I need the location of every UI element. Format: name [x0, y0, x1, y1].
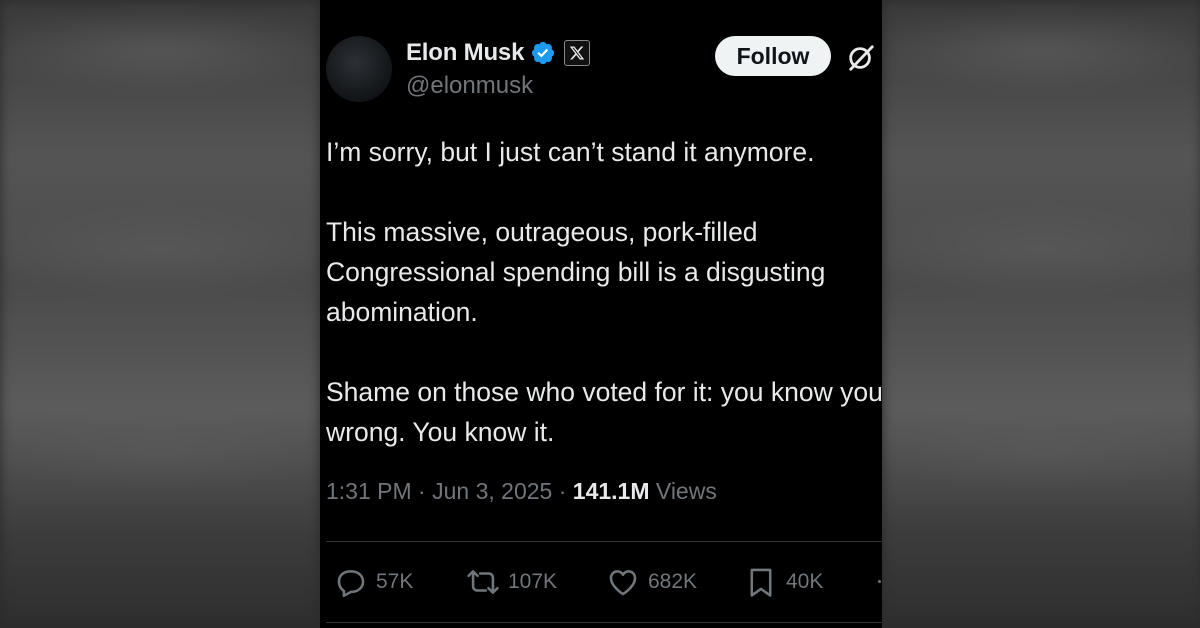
- x-logo-icon: [564, 40, 591, 66]
- divider: [326, 541, 882, 542]
- bookmark-icon: [750, 568, 772, 597]
- avatar[interactable]: [326, 36, 392, 102]
- like-button[interactable]: 682K: [606, 560, 697, 604]
- views-label: Views: [655, 478, 717, 504]
- tweet-date[interactable]: Jun 3, 2025: [432, 478, 552, 504]
- repost-count: 107K: [508, 570, 558, 593]
- blurred-background-right: [882, 0, 1200, 628]
- author-handle[interactable]: @elonmusk: [406, 72, 533, 100]
- tweet-meta: 1:31 PM · Jun 3, 2025 · 141.1M Views: [326, 478, 717, 505]
- meta-separator: ·: [558, 478, 567, 504]
- tweet-text: I’m sorry, but I just can’t stand it any…: [326, 137, 882, 447]
- grok-icon[interactable]: [846, 43, 876, 73]
- like-count: 682K: [648, 570, 698, 593]
- heart-icon: [609, 570, 637, 596]
- tweet-time[interactable]: 1:31 PM: [326, 478, 412, 504]
- author-display-name[interactable]: Elon Musk: [406, 39, 524, 67]
- bookmark-button[interactable]: 40K: [744, 560, 823, 604]
- reply-button[interactable]: 57K: [334, 560, 413, 604]
- meta-separator: ·: [418, 478, 426, 504]
- views-count: 141.1M: [572, 478, 650, 504]
- divider: [326, 622, 882, 623]
- blurred-background-left: [0, 0, 320, 628]
- action-bar: 57K 107K 682K 40K: [334, 560, 882, 604]
- share-icon[interactable]: [878, 580, 881, 583]
- tweet-card: Elon Musk @elonmusk Follow I’m sorry, bu…: [320, 0, 882, 628]
- follow-button[interactable]: Follow: [715, 36, 831, 76]
- author-name-row: Elon Musk: [406, 38, 591, 68]
- bookmark-count: 40K: [786, 570, 824, 593]
- verified-badge-icon: [530, 40, 556, 66]
- reply-icon: [337, 570, 365, 598]
- repost-button[interactable]: 107K: [466, 560, 557, 604]
- reply-count: 57K: [376, 570, 414, 593]
- repost-icon: [467, 570, 499, 594]
